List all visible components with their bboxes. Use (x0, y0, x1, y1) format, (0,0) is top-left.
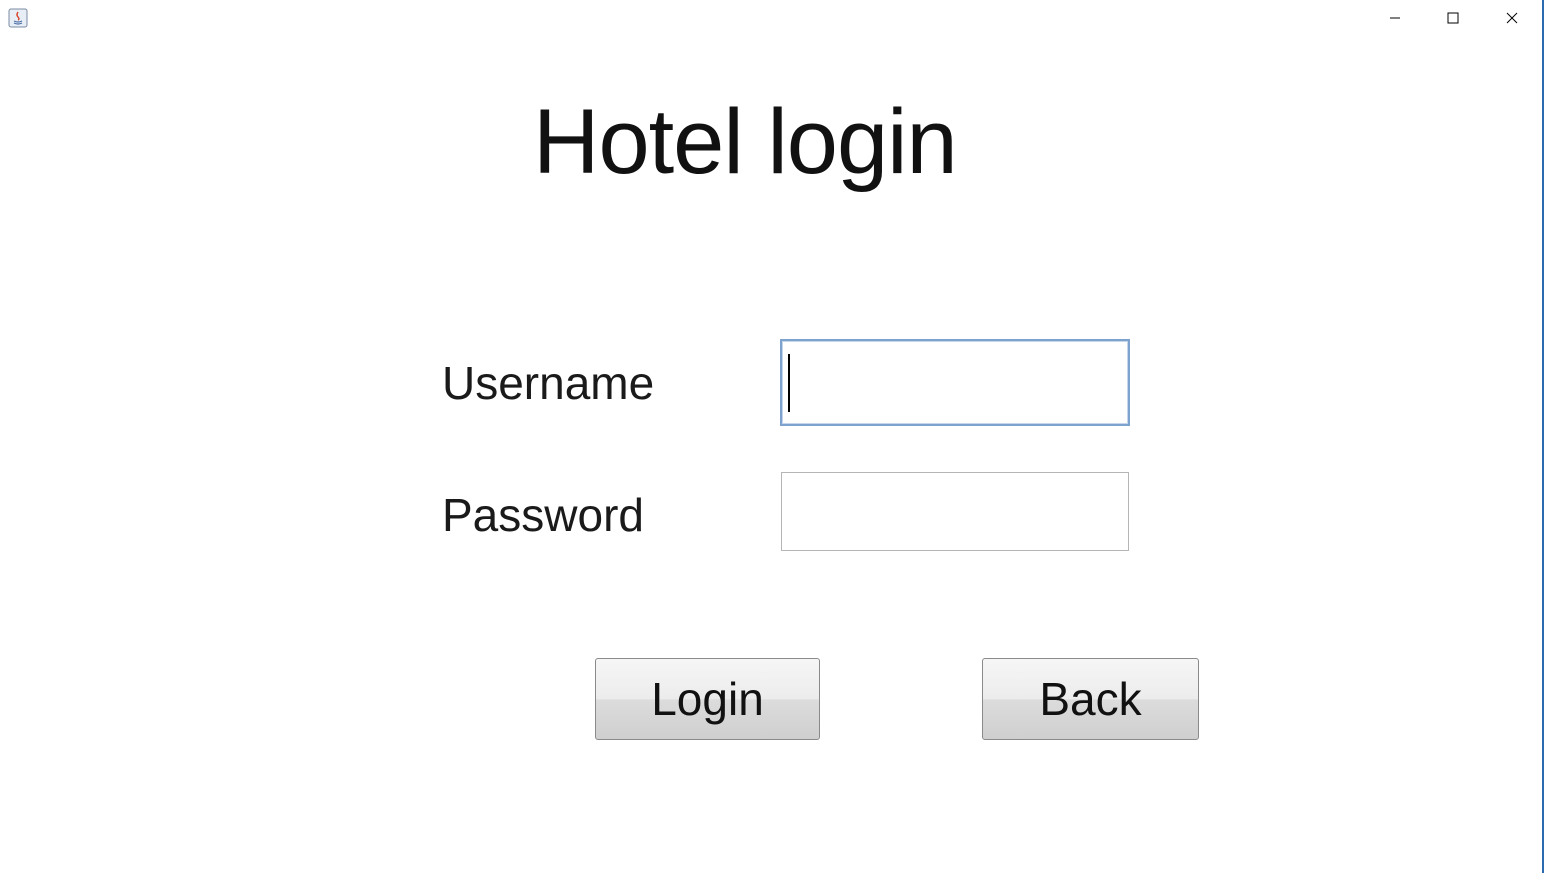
password-label: Password (442, 489, 644, 541)
username-field[interactable] (780, 339, 1130, 426)
login-button[interactable]: Login (595, 658, 820, 740)
java-icon[interactable] (8, 8, 28, 28)
username-label: Username (442, 357, 655, 409)
minimize-button[interactable] (1366, 0, 1424, 36)
maximize-button[interactable] (1424, 0, 1482, 36)
minimize-icon (1390, 17, 1400, 19)
login-window: Hotel login Username Password Login Back (0, 0, 1544, 873)
maximize-icon (1447, 12, 1459, 24)
page-title: Hotel login (533, 91, 958, 193)
text-cursor (788, 354, 790, 412)
close-button[interactable] (1483, 0, 1541, 36)
back-button[interactable]: Back (982, 658, 1199, 740)
title-bar[interactable] (0, 0, 1542, 36)
password-field[interactable] (781, 472, 1129, 551)
close-icon (1506, 12, 1518, 24)
